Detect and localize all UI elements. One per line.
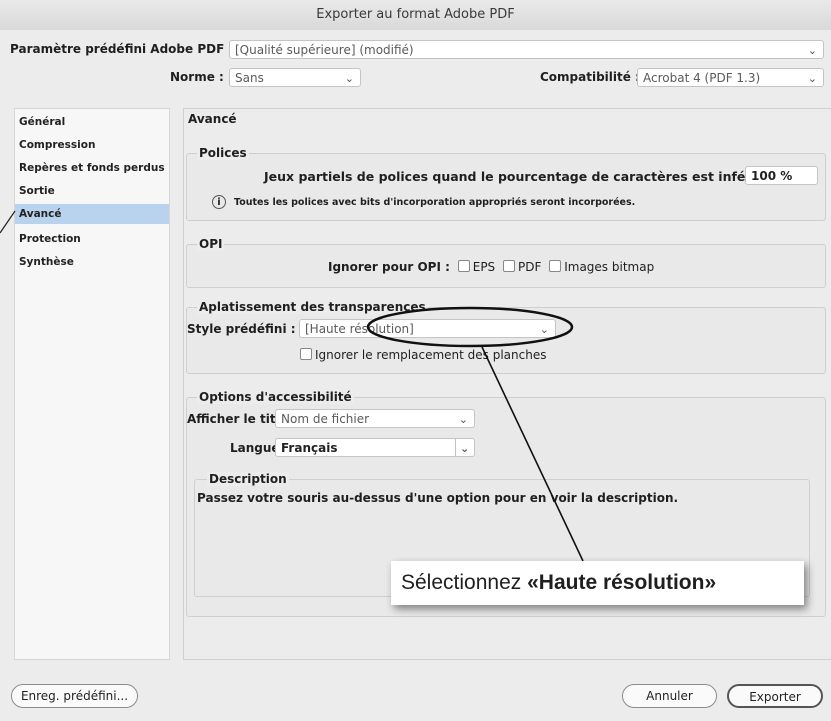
cancel-button[interactable]: Annuler: [622, 684, 717, 708]
highlight-ellipse: [366, 306, 574, 348]
save-preset-button[interactable]: Enreg. prédéfini...: [11, 684, 138, 708]
callout-box: Sélectionnez «Haute résolution»: [391, 561, 804, 605]
pointer-line-sidebar: [0, 210, 16, 234]
callout-emphasis: «Haute résolution»: [527, 571, 717, 594]
annotation-overlay: [0, 210, 584, 562]
pointer-line-callout: [481, 346, 584, 562]
export-button[interactable]: Exporter: [727, 684, 823, 708]
callout-prefix: Sélectionnez: [401, 571, 528, 594]
